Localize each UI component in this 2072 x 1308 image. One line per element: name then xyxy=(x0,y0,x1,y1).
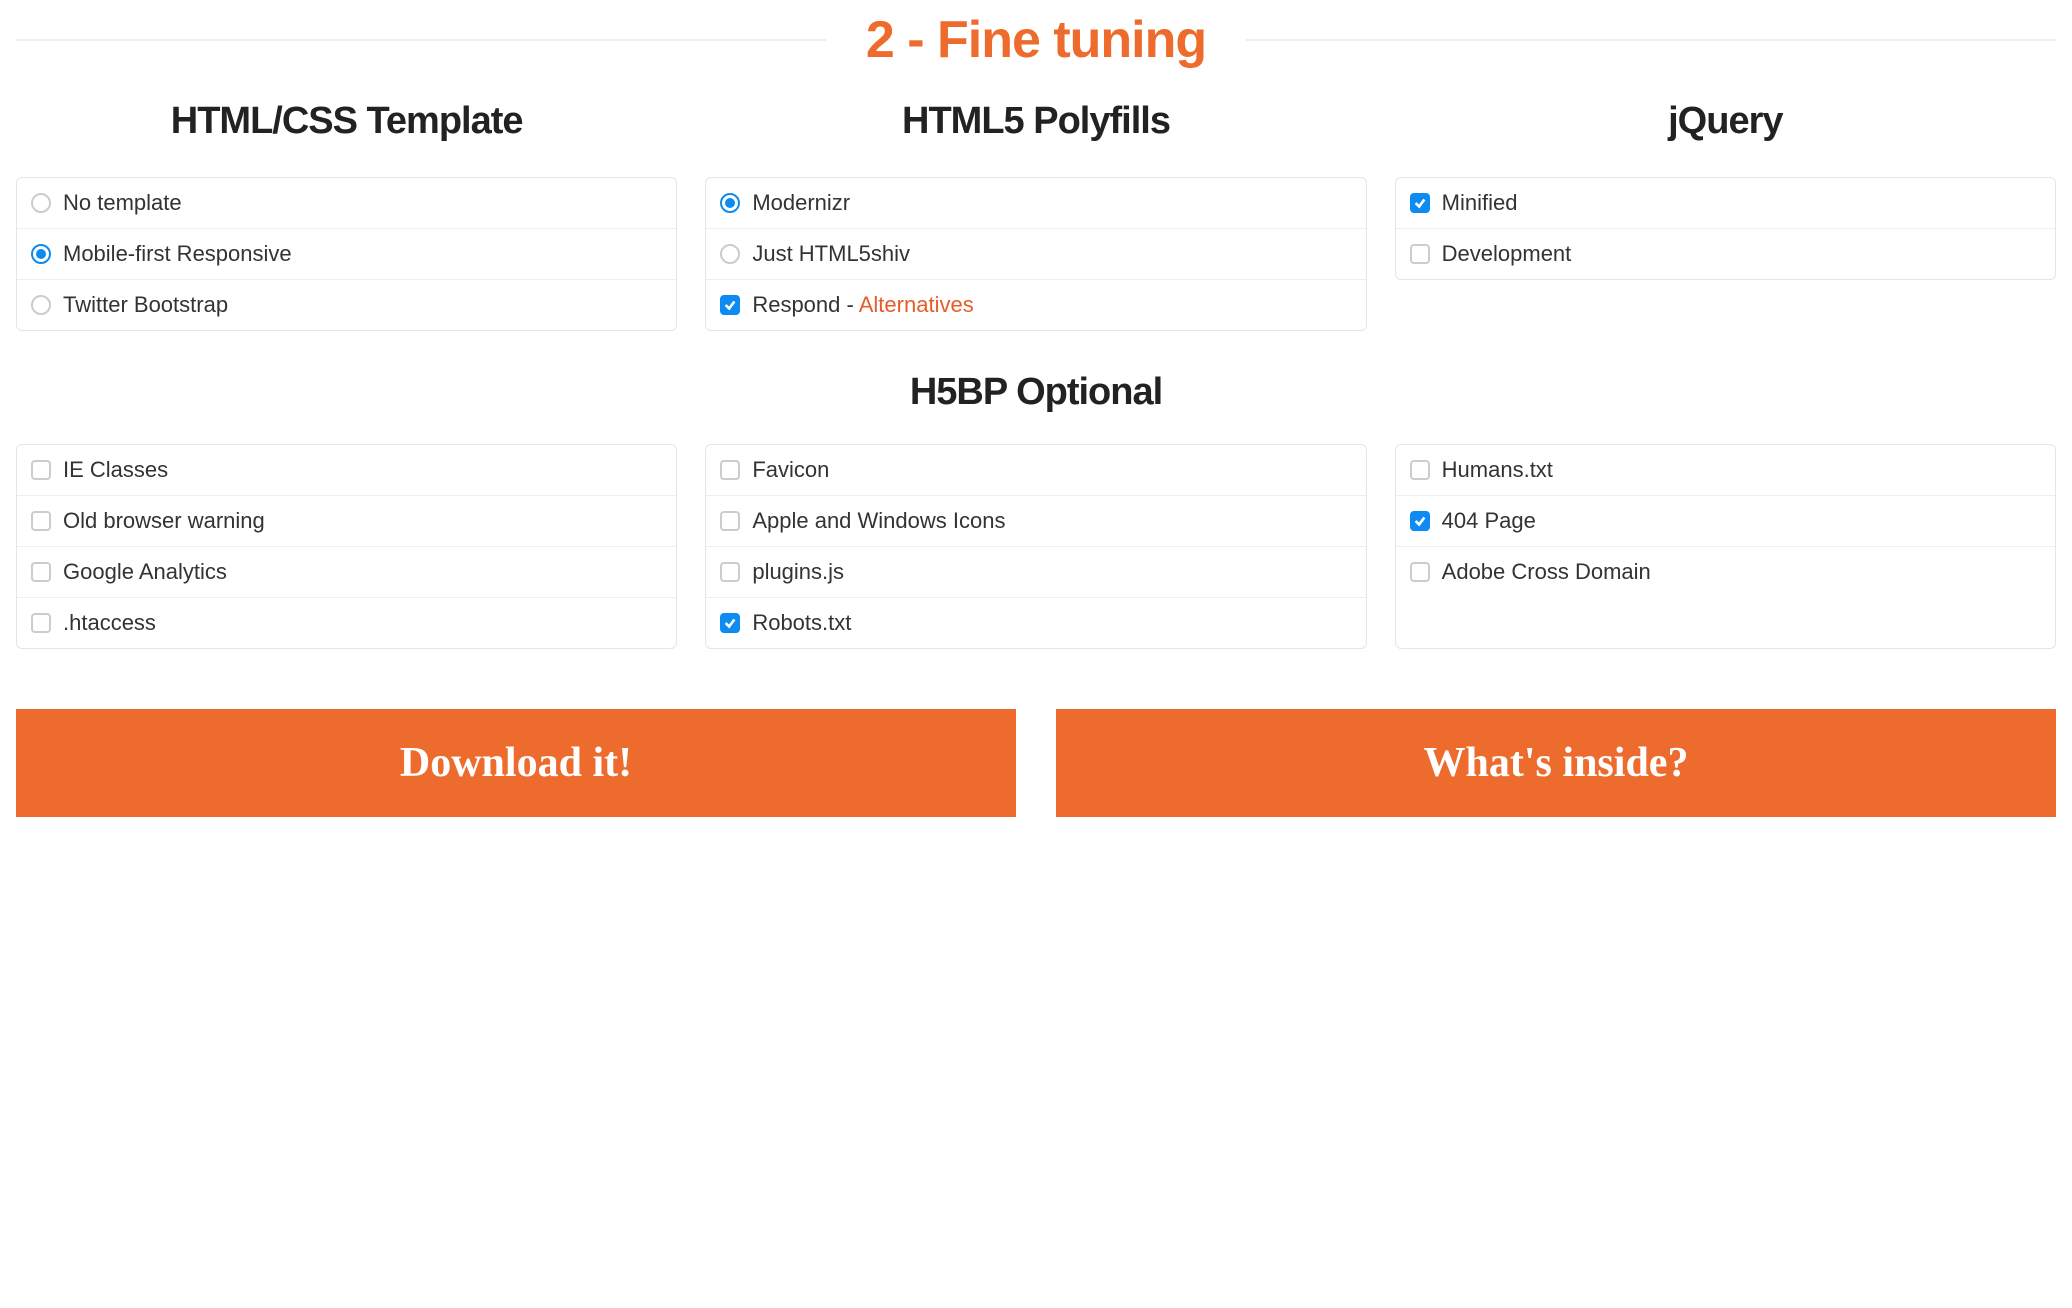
option-minified[interactable]: Minified xyxy=(1396,178,2055,229)
h5bp-group-1: IE Classes Old browser warning Google An… xyxy=(16,444,677,649)
column-jquery: jQuery Minified Development xyxy=(1395,100,2056,331)
option-bootstrap[interactable]: Twitter Bootstrap xyxy=(17,280,676,330)
option-label: Adobe Cross Domain xyxy=(1442,559,2041,585)
option-adobe-cross-domain[interactable]: Adobe Cross Domain xyxy=(1396,547,2055,597)
divider-right xyxy=(1246,39,2056,41)
option-robots-txt[interactable]: Robots.txt xyxy=(706,598,1365,648)
option-label: Twitter Bootstrap xyxy=(63,292,662,318)
column-polyfills: HTML5 Polyfills Modernizr Just HTML5shiv… xyxy=(705,100,1366,331)
respond-sep: - xyxy=(840,292,858,317)
checkbox-icon xyxy=(1410,562,1430,582)
checkbox-icon xyxy=(31,562,51,582)
option-label: Development xyxy=(1442,241,2041,267)
section-header: 2 - Fine tuning xyxy=(16,10,2056,70)
column-title-template: HTML/CSS Template xyxy=(16,100,677,143)
radio-icon xyxy=(720,244,740,264)
option-label: Robots.txt xyxy=(752,610,1351,636)
radio-icon xyxy=(31,295,51,315)
option-label: 404 Page xyxy=(1442,508,2041,534)
option-label: Modernizr xyxy=(752,190,1351,216)
divider-left xyxy=(16,39,826,41)
option-404-page[interactable]: 404 Page xyxy=(1396,496,2055,547)
option-plugins-js[interactable]: plugins.js xyxy=(706,547,1365,598)
checkbox-icon xyxy=(720,295,740,315)
checkbox-icon xyxy=(1410,244,1430,264)
column-title-jquery: jQuery xyxy=(1395,100,2056,143)
whats-inside-button[interactable]: What's inside? xyxy=(1056,709,2056,817)
option-modernizr[interactable]: Modernizr xyxy=(706,178,1365,229)
h5bp-group-2: Favicon Apple and Windows Icons plugins.… xyxy=(705,444,1366,649)
option-htaccess[interactable]: .htaccess xyxy=(17,598,676,648)
option-mobile-first[interactable]: Mobile-first Responsive xyxy=(17,229,676,280)
subsection-title-h5bp: H5BP Optional xyxy=(16,371,2056,414)
option-label: Humans.txt xyxy=(1442,457,2041,483)
option-label: Just HTML5shiv xyxy=(752,241,1351,267)
option-html5shiv[interactable]: Just HTML5shiv xyxy=(706,229,1365,280)
option-group-template: No template Mobile-first Responsive Twit… xyxy=(16,177,677,331)
option-development[interactable]: Development xyxy=(1396,229,2055,279)
option-ie-classes[interactable]: IE Classes xyxy=(17,445,676,496)
option-label: No template xyxy=(63,190,662,216)
option-apple-windows-icons[interactable]: Apple and Windows Icons xyxy=(706,496,1365,547)
option-old-browser-warning[interactable]: Old browser warning xyxy=(17,496,676,547)
radio-icon xyxy=(31,244,51,264)
option-label: plugins.js xyxy=(752,559,1351,585)
checkbox-icon xyxy=(31,511,51,531)
actions-row: Download it! What's inside? xyxy=(16,709,2056,817)
option-label: Favicon xyxy=(752,457,1351,483)
checkbox-icon xyxy=(720,613,740,633)
option-favicon[interactable]: Favicon xyxy=(706,445,1365,496)
option-google-analytics[interactable]: Google Analytics xyxy=(17,547,676,598)
radio-icon xyxy=(720,193,740,213)
checkbox-icon xyxy=(720,562,740,582)
option-label: .htaccess xyxy=(63,610,662,636)
radio-icon xyxy=(31,193,51,213)
h5bp-group-3: Humans.txt 404 Page Adobe Cross Domain xyxy=(1395,444,2056,649)
checkbox-icon xyxy=(31,460,51,480)
option-label: Respond - Alternatives xyxy=(752,292,1351,318)
option-no-template[interactable]: No template xyxy=(17,178,676,229)
checkbox-icon xyxy=(31,613,51,633)
alternatives-link[interactable]: Alternatives xyxy=(859,292,974,317)
checkbox-icon xyxy=(1410,193,1430,213)
checkbox-icon xyxy=(1410,460,1430,480)
option-label: Minified xyxy=(1442,190,2041,216)
download-button[interactable]: Download it! xyxy=(16,709,1016,817)
checkbox-icon xyxy=(720,511,740,531)
checkbox-icon xyxy=(1410,511,1430,531)
option-label: Mobile-first Responsive xyxy=(63,241,662,267)
option-label: Apple and Windows Icons xyxy=(752,508,1351,534)
column-template: HTML/CSS Template No template Mobile-fir… xyxy=(16,100,677,331)
column-title-polyfills: HTML5 Polyfills xyxy=(705,100,1366,143)
option-humans-txt[interactable]: Humans.txt xyxy=(1396,445,2055,496)
option-group-jquery: Minified Development xyxy=(1395,177,2056,280)
respond-label: Respond xyxy=(752,292,840,317)
checkbox-icon xyxy=(720,460,740,480)
option-label: IE Classes xyxy=(63,457,662,483)
option-label: Google Analytics xyxy=(63,559,662,585)
section-title: 2 - Fine tuning xyxy=(826,10,1246,70)
option-group-polyfills: Modernizr Just HTML5shiv Respond - Alter… xyxy=(705,177,1366,331)
option-label: Old browser warning xyxy=(63,508,662,534)
option-respond[interactable]: Respond - Alternatives xyxy=(706,280,1365,330)
